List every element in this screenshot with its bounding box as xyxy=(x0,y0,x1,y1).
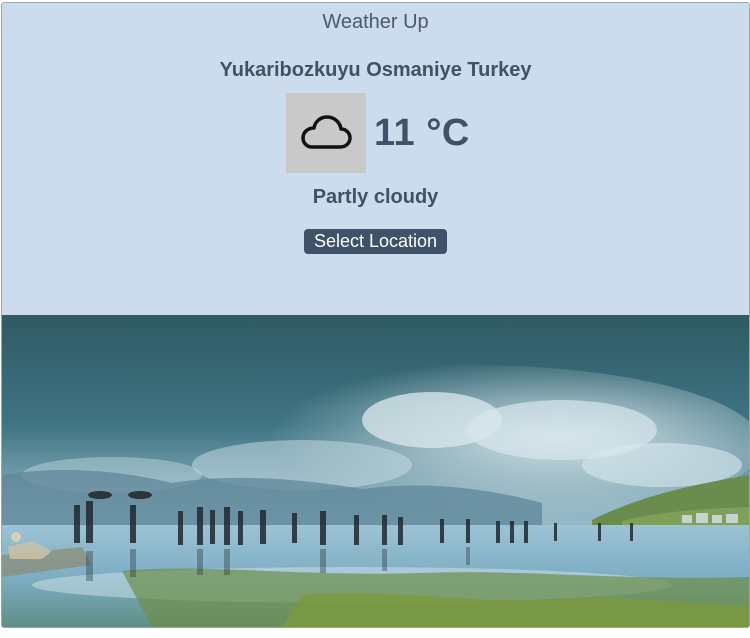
select-location-button[interactable]: Select Location xyxy=(304,229,447,254)
temperature: 11 °C xyxy=(374,111,470,154)
cloud-icon xyxy=(301,115,352,149)
location-name: Yukaribozkuyu Osmaniye Turkey xyxy=(219,59,532,81)
weather-panel: Weather Up Yukaribozkuyu Osmaniye Turkey… xyxy=(2,3,749,315)
weather-condition: Partly cloudy xyxy=(312,186,439,208)
background-photo xyxy=(2,315,749,627)
weather-icon-box xyxy=(286,93,366,173)
current-weather: 11 °C xyxy=(286,93,470,173)
app-window: Weather Up Yukaribozkuyu Osmaniye Turkey… xyxy=(1,2,750,628)
app-title: Weather Up xyxy=(322,11,429,33)
